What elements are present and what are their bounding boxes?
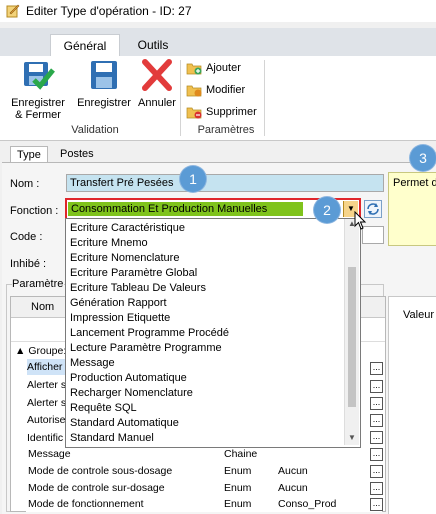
dropdown-item[interactable]: Recharger Nomenclature: [70, 386, 193, 401]
cancel-label: Annuler: [138, 97, 176, 109]
ribbon-tab-strip: Général Outils: [0, 28, 436, 57]
modify-label: Modifier: [206, 84, 246, 96]
delete-icon: [186, 107, 202, 119]
table-row[interactable]: Message Chaine ...: [26, 446, 383, 464]
parametres-group-label: Paramètres: [197, 124, 255, 136]
nom-field[interactable]: Transfert Pré Pesées: [66, 174, 384, 192]
code-label: Code :: [10, 231, 43, 243]
row-type: Enum: [224, 498, 252, 510]
dropdown-item[interactable]: Standard Automatique: [70, 416, 179, 431]
form-tab-strip: Type Postes: [0, 143, 436, 163]
fonction-label: Fonction :: [10, 205, 59, 217]
tab-type[interactable]: Type: [10, 146, 48, 163]
tab-outils[interactable]: Outils: [126, 34, 180, 56]
modify-icon: [186, 85, 202, 97]
title-bar: Editer Type d'opération - ID: 27: [0, 0, 436, 22]
dropdown-item[interactable]: Génération Rapport: [70, 296, 167, 311]
dropdown-item[interactable]: Ecriture Caractéristique: [70, 221, 185, 236]
valeur-label: Valeur: [403, 309, 434, 321]
valeur-panel: Valeur: [388, 296, 436, 514]
dropdown-item[interactable]: Impression Etiquette: [70, 311, 170, 326]
callout-badge: 3: [410, 145, 436, 171]
cancel-button[interactable]: Annuler: [134, 58, 180, 109]
save-close-button[interactable]: Enregistrer & Fermer: [6, 58, 70, 121]
add-button[interactable]: Ajouter: [186, 60, 266, 76]
save-close-label: Enregistrer & Fermer: [11, 97, 65, 121]
row-name: Mode de fonctionnement: [28, 498, 144, 510]
dropdown-item[interactable]: Requête SQL: [70, 401, 137, 416]
nom-value: Transfert Pré Pesées: [70, 177, 174, 189]
dropdown-item[interactable]: Lancement Programme Procédé: [70, 326, 229, 341]
save-close-icon: [24, 62, 55, 90]
ellipsis-button[interactable]: ...: [370, 448, 383, 461]
params-label: Paramètre: [12, 278, 64, 290]
dropdown-item[interactable]: Lecture Paramètre Programme: [70, 341, 222, 356]
row-name: Mode de controle sur-dosage: [28, 482, 165, 494]
dropdown-item[interactable]: Ecriture Tableau De Valeurs: [70, 281, 206, 296]
dropdown-item[interactable]: Production Automatique: [70, 371, 187, 386]
dropdown-item[interactable]: Standard Manuel: [70, 431, 154, 446]
save-icon: [91, 61, 117, 89]
delete-label: Supprimer: [206, 106, 257, 118]
group-separator: [264, 60, 265, 136]
save-button[interactable]: Enregistrer: [74, 58, 134, 109]
tab-general[interactable]: Général: [50, 34, 120, 57]
row-type: Chaine: [224, 448, 258, 460]
table-row[interactable]: Autorise: [27, 412, 67, 428]
table-row[interactable]: Mode de controle sous-dosage Enum Aucun …: [26, 463, 383, 481]
table-row[interactable]: Alerter s: [27, 395, 67, 411]
save-label: Enregistrer: [77, 97, 131, 109]
group-row[interactable]: ▲ Groupe:: [15, 343, 66, 359]
window-title: Editer Type d'opération - ID: 27: [26, 4, 192, 18]
table-row[interactable]: Alerter s: [27, 377, 67, 393]
ellipsis-button[interactable]: ...: [370, 498, 383, 511]
dropdown-item[interactable]: Ecriture Mnemo: [70, 236, 148, 251]
description-box: Permet de: [388, 172, 436, 246]
cancel-icon: [142, 59, 172, 91]
table-row[interactable]: Mode de fonctionnement Enum Conso_Prod .…: [26, 497, 383, 512]
table-row[interactable]: Afficher: [27, 359, 67, 375]
description-text: Permet de: [393, 177, 436, 189]
group-separator: [180, 60, 181, 136]
scroll-down-icon[interactable]: ▼: [348, 433, 356, 442]
callout-badge: 1: [180, 166, 206, 192]
mouse-cursor-icon: [354, 211, 367, 230]
inhibe-label: Inhibé :: [10, 258, 47, 270]
ellipsis-button[interactable]: ...: [370, 380, 383, 393]
dropdown-item[interactable]: Message: [70, 356, 115, 371]
fonction-dropdown-list: Ecriture Caractéristique Ecriture Mnemo …: [65, 218, 361, 448]
scrollbar-thumb[interactable]: [348, 267, 356, 407]
ellipsis-button[interactable]: ...: [370, 397, 383, 410]
dropdown-scrollbar[interactable]: ▲ ▼: [344, 219, 359, 445]
validation-group-label: Validation: [71, 124, 119, 136]
row-name: Mode de controle sous-dosage: [28, 465, 173, 477]
ellipsis-button[interactable]: ...: [370, 482, 383, 495]
delete-button[interactable]: Supprimer: [186, 104, 266, 120]
fonction-value: Consommation Et Production Manuelles: [68, 202, 303, 216]
ellipsis-button[interactable]: ...: [370, 431, 383, 444]
ellipsis-button[interactable]: ...: [370, 465, 383, 478]
add-icon: [186, 63, 202, 75]
callout-badge: 2: [314, 197, 340, 223]
modify-button[interactable]: Modifier: [186, 82, 266, 98]
tab-postes[interactable]: Postes: [54, 146, 100, 162]
ellipsis-button[interactable]: ...: [370, 414, 383, 427]
dropdown-item[interactable]: Ecriture Nomenclature: [70, 251, 179, 266]
row-type: Enum: [224, 482, 252, 494]
row-value: Aucun: [278, 482, 308, 494]
nom-label: Nom :: [10, 178, 40, 190]
group-label: Groupe:: [28, 345, 67, 357]
add-label: Ajouter: [206, 62, 241, 74]
ellipsis-button[interactable]: ...: [370, 362, 383, 375]
row-value: Aucun: [278, 465, 308, 477]
app-icon: [6, 4, 20, 18]
dropdown-item[interactable]: Ecriture Paramètre Global: [70, 266, 197, 281]
ribbon-panel: Enregistrer & Fermer Enregistrer Annuler…: [0, 56, 436, 141]
col-nom-header[interactable]: Nom: [31, 301, 54, 313]
row-value: Conso_Prod: [278, 498, 337, 510]
row-name: Message: [28, 448, 71, 460]
row-type: Enum: [224, 465, 252, 477]
table-row[interactable]: Identific: [27, 430, 67, 446]
